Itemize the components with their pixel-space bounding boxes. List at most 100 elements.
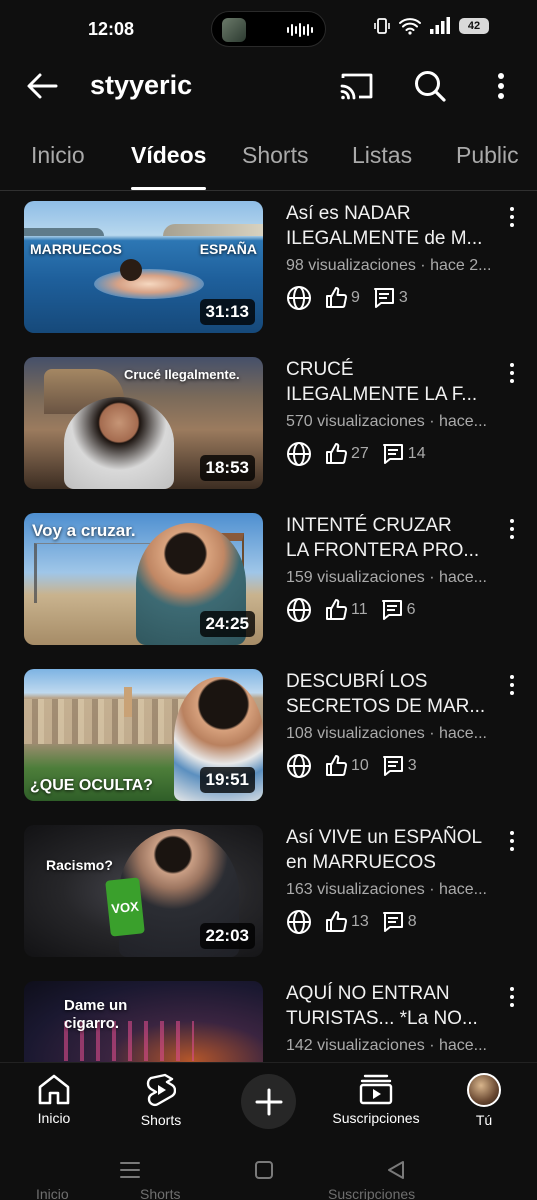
cast-icon <box>340 73 373 100</box>
thumbnail-caption: Racismo? <box>46 857 113 873</box>
public-globe-icon <box>287 754 311 778</box>
video-thumbnail[interactable]: MARRUECOS ESPAÑA 31:13 <box>24 201 263 333</box>
triangle-back-icon <box>388 1161 404 1179</box>
recent-apps-button[interactable] <box>118 1158 142 1182</box>
nav-shorts[interactable]: Shorts <box>106 1073 216 1128</box>
thumbnail-caption: Dame un <box>64 997 128 1014</box>
video-thumbnail[interactable]: Dame un cigarro. <box>24 981 263 1062</box>
system-navigation-bar: Inicio Shorts Suscripciones <box>0 1142 537 1200</box>
back-button[interactable] <box>24 68 60 104</box>
video-duration: 19:51 <box>199 767 255 793</box>
comments-stat: 3 <box>381 754 417 778</box>
thumb-up-icon <box>326 287 347 308</box>
signal-icon <box>430 17 450 34</box>
create-button[interactable] <box>241 1074 296 1129</box>
video-meta: 159 visualizaciones · hace... <box>286 569 487 586</box>
comment-icon <box>382 912 403 932</box>
comment-icon <box>381 600 402 620</box>
status-bar: 12:08 42 <box>0 0 537 60</box>
video-item[interactable]: Dame un cigarro. AQUÍ NO ENTRAN TURISTAS… <box>0 972 537 1062</box>
nav-home[interactable]: Inicio <box>0 1073 109 1126</box>
tab-inicio[interactable]: Inicio <box>31 142 85 169</box>
video-thumbnail[interactable]: Voy a cruzar. 24:25 <box>24 513 263 645</box>
audio-wave-icon <box>287 23 313 37</box>
home-icon <box>38 1074 70 1105</box>
status-time: 12:08 <box>88 19 135 39</box>
video-title[interactable]: Así es NADAR ILEGALMENTE de M... <box>286 201 496 251</box>
tab-shorts[interactable]: Shorts <box>242 142 308 169</box>
tab-publicaciones[interactable]: Public <box>456 142 519 169</box>
nav-you[interactable]: Tú <box>429 1073 537 1128</box>
video-meta: 163 visualizaciones · hace... <box>286 881 487 898</box>
comment-icon <box>382 756 403 776</box>
video-item[interactable]: Voy a cruzar. 24:25 INTENTÉ CRUZAR LA FR… <box>0 504 537 654</box>
thumb-up-icon <box>326 755 347 776</box>
back-system-button[interactable] <box>384 1158 408 1182</box>
dynamic-island[interactable] <box>211 11 326 47</box>
tab-listas[interactable]: Listas <box>352 142 412 169</box>
video-menu-button[interactable] <box>502 518 522 540</box>
now-playing-thumbnail <box>222 18 246 42</box>
video-menu-button[interactable] <box>502 830 522 852</box>
search-button[interactable] <box>410 66 450 106</box>
video-stats: 9 3 <box>286 285 408 311</box>
likes-stat: 9 <box>324 286 360 310</box>
video-thumbnail[interactable]: ¿QUE OCULTA? 19:51 <box>24 669 263 801</box>
more-options-button[interactable] <box>481 66 521 106</box>
video-item[interactable]: Crucé Ilegalmente. 18:53 CRUCÉ ILEGALMEN… <box>0 348 537 498</box>
video-duration: 24:25 <box>199 611 255 637</box>
search-icon <box>415 71 446 102</box>
video-menu-button[interactable] <box>502 986 522 1008</box>
cast-button[interactable] <box>337 66 377 106</box>
video-title[interactable]: INTENTÉ CRUZAR LA FRONTERA PRO... <box>286 513 496 563</box>
nav-subscriptions[interactable]: Suscripciones <box>321 1073 431 1126</box>
video-stats: 13 8 <box>286 909 417 935</box>
video-title[interactable]: AQUÍ NO ENTRAN TURISTAS... *La NO... <box>286 981 496 1031</box>
thumbnail-caption: ESPAÑA <box>199 241 257 257</box>
video-menu-button[interactable] <box>502 674 522 696</box>
public-globe-icon <box>287 442 311 466</box>
video-thumbnail[interactable]: VOX Racismo? 22:03 <box>24 825 263 957</box>
channel-header: styyeric <box>0 60 537 110</box>
thumb-up-icon <box>326 443 347 464</box>
video-meta: 570 visualizaciones · hace... <box>286 413 487 430</box>
active-tab-indicator <box>131 187 206 190</box>
video-title[interactable]: Así VIVE un ESPAÑOL en MARRUECOS <box>286 825 496 875</box>
video-menu-button[interactable] <box>502 362 522 384</box>
video-title[interactable]: DESCUBRÍ LOS SECRETOS DE MAR... <box>286 669 496 719</box>
menu-icon <box>120 1162 140 1178</box>
video-stats: 27 14 <box>286 441 426 467</box>
tab-videos[interactable]: Vídeos <box>131 142 206 169</box>
video-thumbnail[interactable]: Crucé Ilegalmente. 18:53 <box>24 357 263 489</box>
square-icon <box>255 1161 273 1179</box>
channel-tabs: Inicio Vídeos Shorts Listas Public <box>0 125 537 191</box>
video-item[interactable]: VOX Racismo? 22:03 Así VIVE un ESPAÑOL e… <box>0 816 537 966</box>
thumbnail-caption: MARRUECOS <box>30 241 122 257</box>
comments-stat: 8 <box>381 910 417 934</box>
video-item[interactable]: MARRUECOS ESPAÑA 31:13 Así es NADAR ILEG… <box>0 192 537 342</box>
public-globe-icon <box>287 910 311 934</box>
video-title[interactable]: CRUCÉ ILEGALMENTE LA F... <box>286 357 496 407</box>
thumb-up-icon <box>326 911 347 932</box>
video-duration: 31:13 <box>199 299 255 325</box>
nav-shorts-label: Shorts <box>140 1112 182 1128</box>
video-meta: 142 visualizaciones · hace... <box>286 1037 487 1054</box>
likes-stat: 27 <box>324 442 369 466</box>
avatar <box>467 1073 501 1107</box>
video-meta: 98 visualizaciones · hace 2... <box>286 257 492 274</box>
battery-indicator: 42 <box>459 18 489 34</box>
video-menu-button[interactable] <box>502 206 522 228</box>
public-globe-icon <box>287 286 311 310</box>
nav-you-label: Tú <box>475 1112 493 1128</box>
more-vert-icon <box>498 73 504 99</box>
home-system-button[interactable] <box>252 1158 276 1182</box>
thumbnail-caption: Voy a cruzar. <box>32 521 136 540</box>
video-duration: 22:03 <box>199 923 255 949</box>
comments-stat: 6 <box>380 598 416 622</box>
video-item[interactable]: ¿QUE OCULTA? 19:51 DESCUBRÍ LOS SECRETOS… <box>0 660 537 810</box>
thumbnail-caption: ¿QUE OCULTA? <box>30 777 153 794</box>
nav-subscriptions-label: Suscripciones <box>332 1110 420 1126</box>
vibrate-icon <box>374 18 390 34</box>
status-icons: 42 <box>373 17 489 35</box>
nav-home-label: Inicio <box>37 1110 71 1126</box>
